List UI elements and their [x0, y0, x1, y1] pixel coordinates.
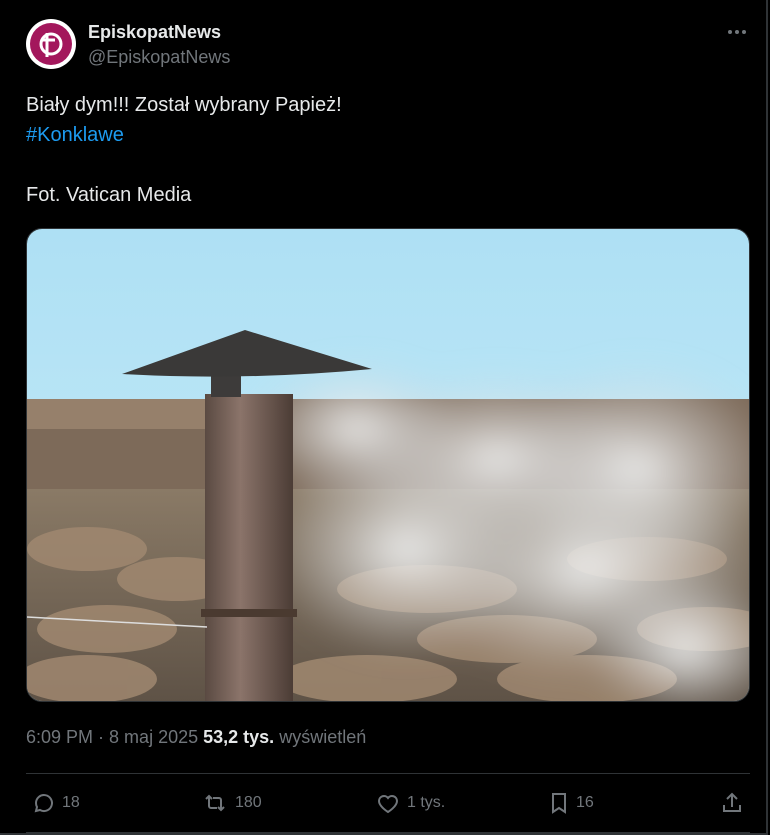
author-handle[interactable]: @EpiskopatNews [88, 47, 230, 68]
bookmark-button[interactable]: 16 [548, 790, 594, 816]
share-icon [723, 792, 741, 812]
tweet-time[interactable]: 6:09 PM [26, 727, 93, 747]
retweet-button[interactable]: 180 [201, 790, 262, 816]
reply-button[interactable]: 18 [32, 790, 80, 816]
divider [26, 773, 750, 774]
tweet-text: Biały dym!!! Został wybrany Papież! [26, 94, 342, 116]
meta-separator: · [93, 727, 110, 747]
views-label: wyświetleń [279, 727, 367, 747]
like-count: 1 tys. [407, 794, 446, 811]
avatar[interactable] [26, 19, 76, 69]
retweet-icon [205, 794, 225, 812]
like-button[interactable]: 1 tys. [375, 790, 445, 816]
author-display-name[interactable]: EpiskopatNews [88, 22, 221, 43]
cross-logo-icon [30, 23, 72, 65]
bookmark-icon [552, 793, 566, 814]
tweet-photo[interactable] [26, 228, 750, 702]
bookmark-count: 16 [576, 794, 594, 811]
bottom-divider [26, 832, 750, 833]
tweet-date[interactable]: 8 maj 2025 [109, 727, 198, 747]
views-count: 53,2 tys. [203, 727, 275, 747]
reply-icon [34, 794, 53, 813]
heart-icon [377, 795, 399, 814]
share-button[interactable] [720, 790, 744, 816]
more-options-icon[interactable] [726, 22, 748, 42]
reply-count: 18 [62, 794, 80, 811]
photo-credit: Fot. Vatican Media [26, 184, 192, 206]
retweet-count: 180 [235, 794, 262, 811]
hashtag-link[interactable]: #Konklawe [26, 124, 124, 147]
tweet-meta: 6:09 PM · 8 maj 2025 53,2 tys. wyświetle… [26, 727, 366, 748]
